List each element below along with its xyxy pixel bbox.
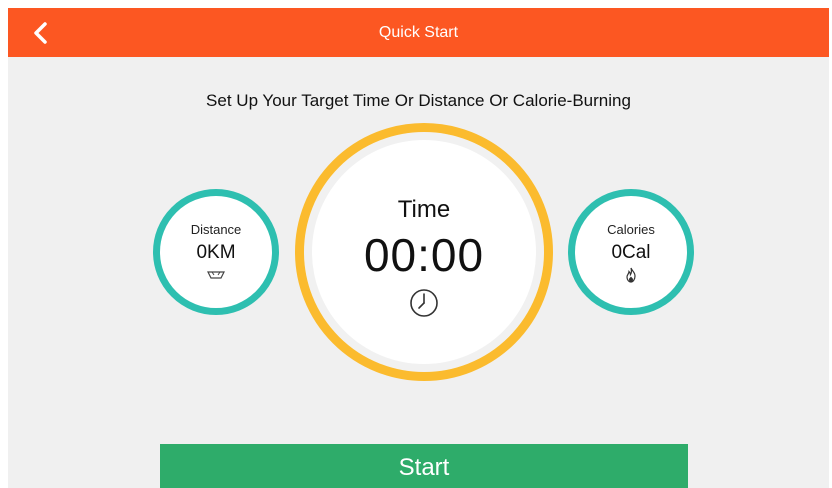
time-label: Time xyxy=(397,196,451,223)
header-bar: Quick Start xyxy=(8,8,829,57)
distance-target-button[interactable]: Distance 0KM xyxy=(153,189,279,315)
time-value: 00:00 xyxy=(363,229,485,281)
app-screen: Quick Start Set Up Your Target Time Or D… xyxy=(8,8,829,488)
page-title: Quick Start xyxy=(378,24,459,41)
calories-target-button[interactable]: Calories 0Cal xyxy=(568,189,694,315)
clock-icon xyxy=(410,289,438,317)
calories-label: Calories xyxy=(607,221,655,237)
distance-gauge-icon xyxy=(207,270,225,279)
distance-label: Distance xyxy=(190,221,242,237)
instruction-text: Set Up Your Target Time Or Distance Or C… xyxy=(206,91,631,110)
start-button[interactable]: Start xyxy=(160,444,688,488)
distance-value: 0KM xyxy=(196,241,236,263)
calories-value: 0Cal xyxy=(611,241,651,263)
flame-icon xyxy=(626,267,636,283)
time-target-button[interactable]: Time 00:00 xyxy=(295,123,553,381)
